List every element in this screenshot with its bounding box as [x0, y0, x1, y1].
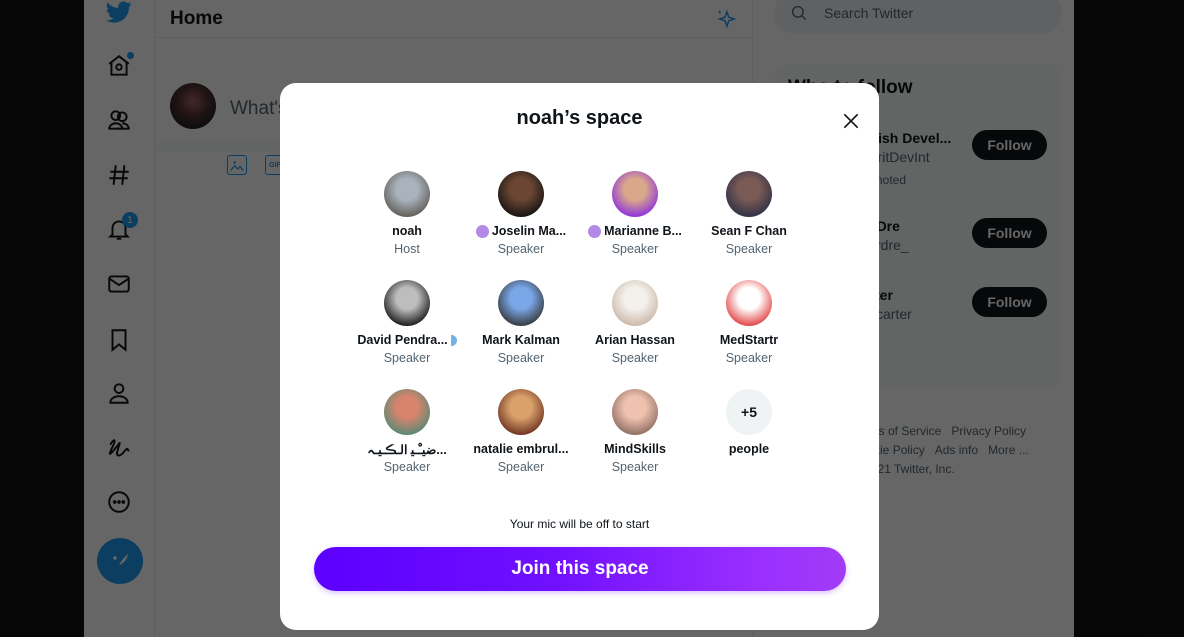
- participant[interactable]: Mark Kalman Speaker: [464, 280, 578, 371]
- participant[interactable]: Joselin Ma... Speaker: [464, 171, 578, 262]
- participant-avatar[interactable]: [384, 171, 430, 217]
- participant-avatar[interactable]: [498, 389, 544, 435]
- more-people-count: +5: [726, 389, 772, 435]
- participant-avatar[interactable]: [612, 171, 658, 217]
- participant[interactable]: natalie embrul... Speaker: [464, 389, 578, 480]
- mic-note: Your mic will be off to start: [509, 517, 650, 531]
- participant-role: Speaker: [497, 242, 545, 256]
- participant[interactable]: David Pendra... Speaker: [350, 280, 464, 371]
- participant-name: Arian Hassan: [595, 332, 675, 348]
- participant-avatar[interactable]: [612, 389, 658, 435]
- more-people-label: people: [728, 442, 770, 456]
- participant-avatar[interactable]: [498, 171, 544, 217]
- participant-name: Joselin Ma...: [475, 223, 567, 239]
- participant-role: Speaker: [383, 351, 431, 365]
- participant[interactable]: MindSkills Speaker: [578, 389, 692, 480]
- participant-name-text: noah: [392, 224, 422, 238]
- participant-avatar[interactable]: [384, 389, 430, 435]
- participant-name: natalie embrul...: [473, 441, 568, 457]
- participant[interactable]: noah Host: [350, 171, 464, 262]
- participant[interactable]: Arian Hassan Speaker: [578, 280, 692, 371]
- space-title: noah’s space: [516, 107, 643, 129]
- participant-name: David Pendra...: [357, 332, 457, 348]
- participant[interactable]: MedStartr Speaker: [692, 280, 806, 371]
- participant-name-text: Marianne B...: [604, 224, 682, 238]
- participant-name-text: natalie embrul...: [473, 442, 569, 456]
- participant-role: Speaker: [611, 351, 659, 365]
- participant-role: Host: [394, 242, 420, 256]
- participant-avatar[interactable]: [384, 280, 430, 326]
- participant-name: ضيـْـﯿ الـڪـﯿـہ...: [367, 441, 447, 457]
- speaking-indicator-icon: [588, 224, 602, 238]
- participant-name: Sean F Chan: [711, 223, 787, 239]
- participant-role: Speaker: [497, 460, 545, 474]
- participant-name-text: MedStartr: [719, 333, 779, 347]
- participant-name-text: Joselin Ma...: [491, 224, 567, 238]
- participant-name: MindSkills: [604, 441, 666, 457]
- close-button[interactable]: [837, 107, 865, 135]
- participants-grid: noah Host Joselin Ma... Speaker Marianne B..…: [350, 171, 806, 480]
- participant-role: Speaker: [383, 460, 431, 474]
- participant-role: Speaker: [725, 242, 773, 256]
- participant[interactable]: Sean F Chan Speaker: [692, 171, 806, 262]
- space-modal: noah’s space noah Host Joselin Ma... Speake…: [280, 83, 879, 630]
- participant-name-text: Mark Kalman: [482, 333, 560, 347]
- blue-heart-icon: [450, 334, 457, 346]
- more-people[interactable]: +5 people: [692, 389, 806, 480]
- participant-avatar[interactable]: [612, 280, 658, 326]
- participant-name-text: Arian Hassan: [595, 333, 675, 347]
- participant-avatar[interactable]: [498, 280, 544, 326]
- participant-role: Speaker: [611, 460, 659, 474]
- participant-name-text: Sean F Chan: [711, 224, 787, 238]
- participant-name-text: MindSkills: [604, 442, 666, 456]
- participant[interactable]: ضيـْـﯿ الـڪـﯿـہ... Speaker: [350, 389, 464, 480]
- participant-name: MedStartr: [720, 332, 778, 348]
- close-icon: [843, 113, 859, 129]
- speaking-indicator-icon: [475, 224, 489, 238]
- participant-name-text: David Pendra...: [357, 333, 448, 347]
- participant-role: Speaker: [611, 242, 659, 256]
- participant-name: noah: [392, 223, 422, 239]
- participant-name: Mark Kalman: [482, 332, 560, 348]
- participant-role: Speaker: [725, 351, 773, 365]
- participant-name: Marianne B...: [588, 223, 682, 239]
- participant-avatar[interactable]: [726, 171, 772, 217]
- participant-avatar[interactable]: [726, 280, 772, 326]
- join-space-button[interactable]: Join this space: [314, 547, 846, 591]
- participant-role: Speaker: [497, 351, 545, 365]
- participant-name-text: ضيـْـﯿ الـڪـﯿـہ...: [367, 442, 447, 457]
- participant[interactable]: Marianne B... Speaker: [578, 171, 692, 262]
